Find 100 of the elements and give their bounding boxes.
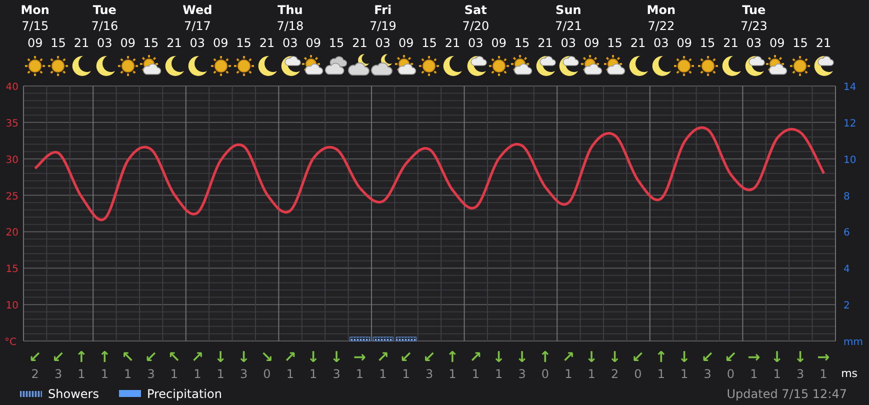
hour-label: 09 <box>306 36 321 50</box>
wind-arrow: ↗ <box>191 349 204 365</box>
wind-arrow: ↓ <box>678 349 691 365</box>
wind-speed: 3 <box>704 366 712 380</box>
hour-label: 21 <box>723 36 738 50</box>
hour-label: 03 <box>560 36 576 50</box>
hour-label: 03 <box>375 36 391 50</box>
hour-label: 03 <box>190 36 206 50</box>
wind-speed: 1 <box>170 366 178 380</box>
date-label: 7/15 <box>22 18 49 32</box>
hour-label: 15 <box>328 36 344 50</box>
wind-arrow: ↙ <box>724 349 737 365</box>
hour-label: 09 <box>584 36 600 50</box>
axis-unit-label: mm <box>844 337 863 348</box>
hour-label: 21 <box>259 36 275 50</box>
date-label: 7/20 <box>462 18 490 32</box>
wind-speed: 3 <box>147 366 155 380</box>
wind-speed: 1 <box>472 366 480 380</box>
wind-arrow: ↘ <box>260 349 274 365</box>
axis-tick-label: 10 <box>844 154 856 166</box>
hour-label: 09 <box>398 36 414 50</box>
wind-speed: 2 <box>31 366 39 380</box>
day-label: Mon <box>646 3 676 17</box>
hour-label: 15 <box>700 36 716 50</box>
day-label: Sun <box>556 3 582 17</box>
updated-time: Updated 7/15 12:47 <box>726 386 847 400</box>
wind-arrow: ↙ <box>144 349 158 365</box>
date-label: 7/16 <box>91 18 118 32</box>
hour-label: 21 <box>538 36 553 50</box>
wind-speed: 3 <box>796 366 804 380</box>
hour-label: 21 <box>74 36 90 50</box>
date-label: 7/17 <box>184 18 211 32</box>
hour-label: 03 <box>97 36 112 50</box>
hour-label: 15 <box>236 36 252 50</box>
wind-speed: 1 <box>820 366 828 380</box>
axis-tick-label: 10 <box>6 300 18 312</box>
day-label: Tue <box>92 3 116 17</box>
wind-speed: 1 <box>216 366 224 380</box>
wind-speed: 3 <box>425 366 434 380</box>
date-label: 7/19 <box>369 18 396 32</box>
wind-arrow: ↓ <box>214 349 227 365</box>
hour-label: 21 <box>166 36 182 50</box>
hour-label: 15 <box>514 36 530 50</box>
date-label: 7/21 <box>554 18 582 32</box>
wind-speed: 1 <box>124 366 132 380</box>
wind-speed: 3 <box>54 366 62 380</box>
wind-arrow: ↙ <box>52 349 65 365</box>
hour-label: 09 <box>491 36 506 50</box>
hour-label: 21 <box>352 36 368 50</box>
wind-speed: 1 <box>448 366 456 380</box>
hour-label: 15 <box>143 36 159 50</box>
axis-tick-label: 8 <box>844 191 850 202</box>
wind-speed: 1 <box>310 366 318 380</box>
hour-label: 15 <box>607 36 622 50</box>
legend-label: Showers <box>48 386 99 400</box>
axis-tick-label: 20 <box>6 228 18 239</box>
hour-label: 21 <box>444 36 460 50</box>
wind-arrow: ↓ <box>770 349 784 365</box>
wind-arrow: ↓ <box>237 349 250 365</box>
hour-label: 03 <box>282 36 298 50</box>
day-label: Thu <box>278 3 303 17</box>
axis-tick-label: 12 <box>844 118 856 130</box>
wind-arrow: ↙ <box>632 349 644 365</box>
wind-arrow: ↙ <box>422 349 436 365</box>
wind-arrow: ↖ <box>168 349 180 365</box>
hour-label: 21 <box>816 36 832 50</box>
hour-label: 03 <box>468 36 484 50</box>
date-label: 7/23 <box>740 18 768 32</box>
wind-arrow: ↓ <box>585 349 598 365</box>
wind-arrow: ↙ <box>400 349 412 365</box>
axis-tick-label: 30 <box>6 154 18 166</box>
hour-label: 03 <box>654 36 669 50</box>
day-label: Sat <box>464 3 487 17</box>
wind-speed: 1 <box>680 366 688 380</box>
wind-arrow: ↓ <box>608 349 622 365</box>
wind-speed: 1 <box>564 366 572 380</box>
date-label: 7/18 <box>276 18 304 32</box>
wind-speed: 2 <box>610 366 619 380</box>
day-label: Tue <box>742 3 766 17</box>
wind-speed: 3 <box>240 366 248 380</box>
wind-speed: 1 <box>286 366 294 380</box>
wind-speed: 0 <box>634 366 642 380</box>
hour-label: 15 <box>422 36 437 50</box>
wind-arrow: → <box>748 349 760 365</box>
hour-label: 15 <box>792 36 808 50</box>
day-label: Wed <box>182 3 212 17</box>
wind-speed: 1 <box>773 366 781 380</box>
wind-speed: 3 <box>518 366 526 380</box>
wind-arrow: ↗ <box>376 349 390 365</box>
hour-label: 21 <box>630 36 646 50</box>
wind-speed: 0 <box>263 366 271 380</box>
wind-speed: 3 <box>332 366 340 380</box>
wind-speed: 1 <box>78 366 86 380</box>
wind-speed: 1 <box>750 366 758 380</box>
wind-arrow: ↑ <box>98 349 111 365</box>
axis-tick-label: 40 <box>6 82 18 93</box>
wind-arrow: ↓ <box>794 349 807 365</box>
wind-arrow: ↗ <box>469 349 482 365</box>
wind-speed: 1 <box>402 366 410 380</box>
day-label: Mon <box>20 3 50 17</box>
